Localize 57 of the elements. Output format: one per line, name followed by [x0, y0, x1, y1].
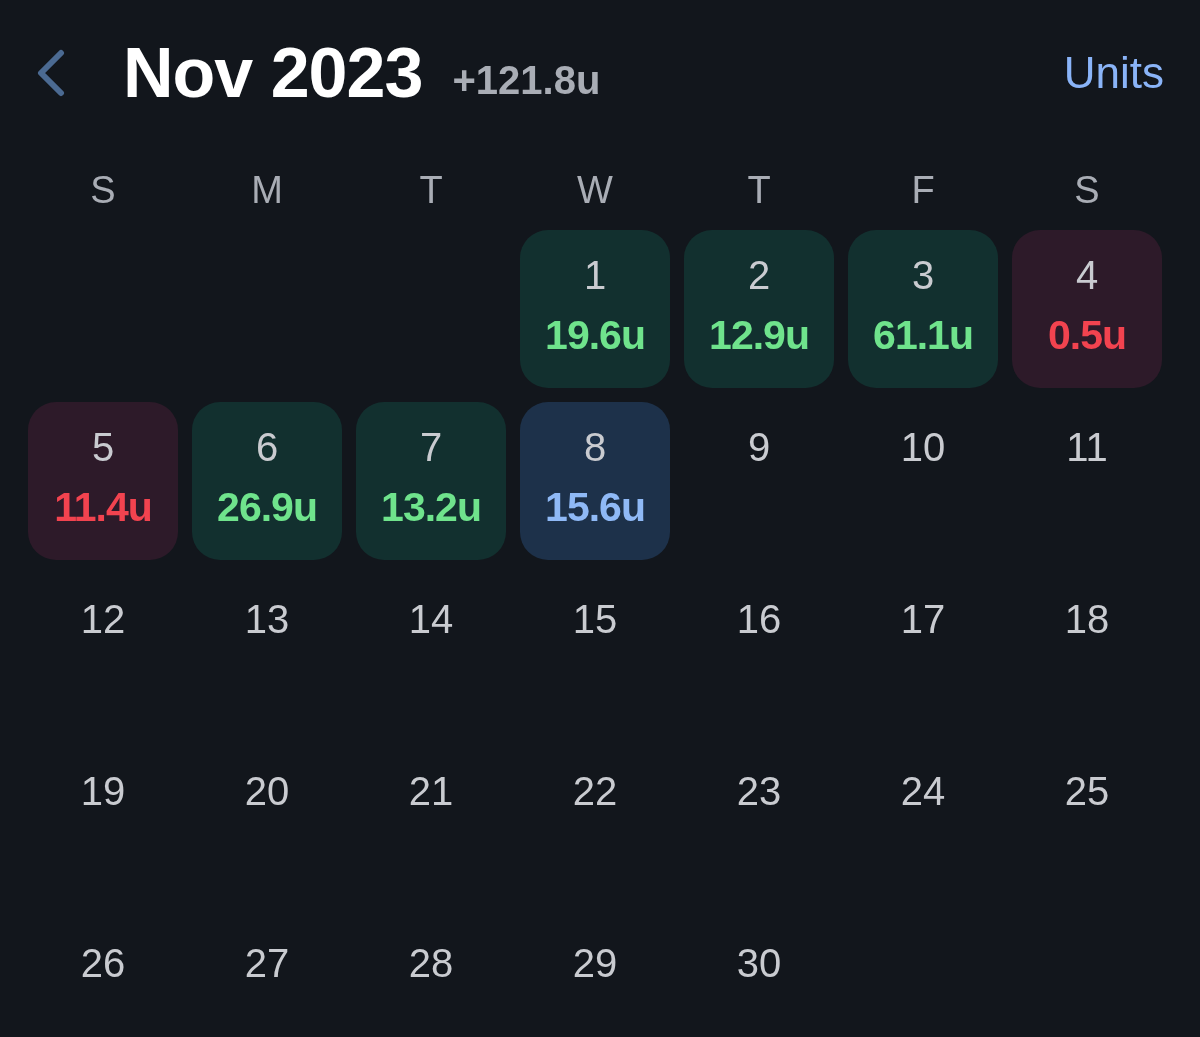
- units-button[interactable]: Units: [1063, 48, 1164, 98]
- day-number[interactable]: 15: [572, 596, 618, 642]
- day-value: 11.4u: [54, 484, 152, 530]
- day-number[interactable]: 14: [408, 596, 454, 642]
- day-number[interactable]: 21: [408, 768, 454, 814]
- weekday-label: S: [1074, 167, 1100, 213]
- weekday-label: T: [419, 167, 443, 213]
- back-icon[interactable]: [35, 49, 65, 97]
- weekday-label: T: [747, 167, 771, 213]
- day-cell[interactable]: 6 26.9u: [192, 402, 342, 560]
- day-number[interactable]: 26: [80, 940, 126, 986]
- day-number[interactable]: 16: [736, 596, 782, 642]
- weekday-label: F: [911, 167, 935, 213]
- day-number[interactable]: 22: [572, 768, 618, 814]
- day-number: 4: [1075, 252, 1099, 298]
- day-number[interactable]: 24: [900, 768, 946, 814]
- day-cell[interactable]: 2 12.9u: [684, 230, 834, 388]
- day-value: 12.9u: [709, 312, 809, 358]
- day-cell[interactable]: 8 15.6u: [520, 402, 670, 560]
- day-number: 1: [583, 252, 607, 298]
- day-value: 61.1u: [873, 312, 973, 358]
- day-number[interactable]: 12: [80, 596, 126, 642]
- day-number[interactable]: 29: [572, 940, 618, 986]
- day-number: 8: [583, 424, 607, 470]
- day-number: 2: [747, 252, 771, 298]
- weekday-label: W: [577, 167, 613, 213]
- day-number[interactable]: 9: [747, 424, 771, 470]
- day-number[interactable]: 28: [408, 940, 454, 986]
- day-value: 0.5u: [1047, 312, 1126, 358]
- weekday-label: M: [251, 167, 283, 213]
- day-value: 15.6u: [545, 484, 645, 530]
- day-number[interactable]: 30: [736, 940, 782, 986]
- day-value: 19.6u: [545, 312, 645, 358]
- day-cell[interactable]: 4 0.5u: [1012, 230, 1162, 388]
- day-value: 26.9u: [217, 484, 317, 530]
- day-cell[interactable]: 7 13.2u: [356, 402, 506, 560]
- day-cell[interactable]: 1 19.6u: [520, 230, 670, 388]
- weekday-label: S: [90, 167, 116, 213]
- day-number[interactable]: 17: [900, 596, 946, 642]
- day-number[interactable]: 11: [1066, 424, 1108, 470]
- day-number[interactable]: 10: [900, 424, 946, 470]
- day-number: 7: [419, 424, 443, 470]
- day-number[interactable]: 25: [1064, 768, 1110, 814]
- day-cell[interactable]: 3 61.1u: [848, 230, 998, 388]
- day-cell[interactable]: 5 11.4u: [28, 402, 178, 560]
- day-number: 5: [91, 424, 115, 470]
- day-number[interactable]: 18: [1064, 596, 1110, 642]
- day-number[interactable]: 27: [244, 940, 290, 986]
- day-number[interactable]: 23: [736, 768, 782, 814]
- day-value: 13.2u: [381, 484, 481, 530]
- month-total: +121.8u: [452, 57, 601, 103]
- day-number: 6: [255, 424, 279, 470]
- day-number[interactable]: 20: [244, 768, 290, 814]
- day-number[interactable]: 13: [244, 596, 290, 642]
- month-title: Nov 2023: [123, 33, 423, 113]
- day-number: 3: [911, 252, 935, 298]
- day-number[interactable]: 19: [80, 768, 126, 814]
